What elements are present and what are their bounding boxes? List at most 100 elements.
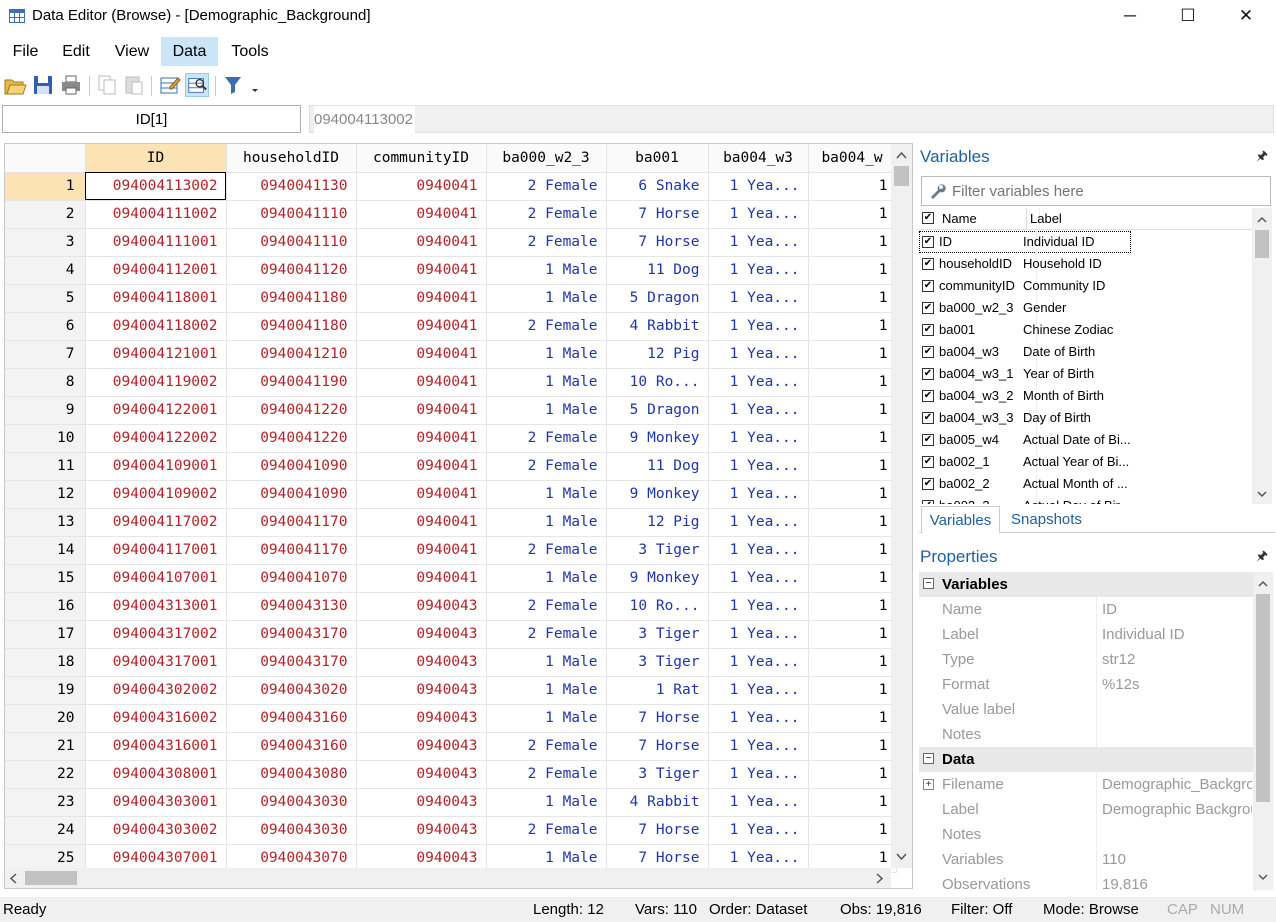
row-number[interactable]: 18	[5, 648, 86, 677]
table-cell[interactable]: 1	[808, 284, 897, 313]
table-cell[interactable]: 9 Monkey	[606, 424, 709, 453]
table-cell[interactable]: 1 Male	[486, 676, 607, 705]
table-cell[interactable]: 1	[808, 816, 897, 845]
variable-list-item[interactable]: ✔ ba004_w3_3 Day of Birth	[919, 407, 1253, 429]
table-cell[interactable]: 6 Snake	[606, 172, 709, 201]
table-cell[interactable]: 5 Dragon	[606, 284, 709, 313]
table-row[interactable]: 7 094004121001 0940041210 0940041 1 Male 12 P…	[5, 340, 897, 369]
row-number[interactable]: 22	[5, 760, 86, 789]
expand-icon[interactable]: +	[923, 779, 934, 790]
table-cell[interactable]: 0940041	[356, 200, 487, 229]
table-cell[interactable]: 0940041	[356, 480, 487, 509]
table-cell[interactable]: 094004107001	[85, 564, 227, 593]
tab-variables[interactable]: Variables	[921, 506, 1000, 533]
table-cell[interactable]: 1 Yea...	[708, 760, 809, 789]
table-cell[interactable]: 12 Pig	[606, 340, 709, 369]
table-cell[interactable]: 094004121001	[85, 340, 227, 369]
table-cell[interactable]: 0940043	[356, 676, 487, 705]
table-cell[interactable]: 1	[808, 228, 897, 257]
row-number[interactable]: 2	[5, 200, 86, 229]
row-number[interactable]: 4	[5, 256, 86, 285]
row-number[interactable]: 15	[5, 564, 86, 593]
table-cell[interactable]: 0940043	[356, 788, 487, 817]
property-row[interactable]: Notes	[919, 722, 1253, 747]
pin-icon[interactable]: 🖈	[1256, 547, 1268, 569]
table-cell[interactable]: 094004118002	[85, 312, 227, 341]
variable-checkbox[interactable]: ✔	[922, 280, 934, 292]
variable-checkbox[interactable]: ✔	[922, 302, 934, 314]
variable-list-item[interactable]: ✔ ba001 Chinese Zodiac	[919, 319, 1253, 341]
collapse-icon[interactable]: −	[923, 753, 934, 764]
row-number[interactable]: 1	[5, 172, 86, 201]
table-row[interactable]: 21 094004316001 0940043160 0940043 2 Female 7…	[5, 732, 897, 761]
variable-list-item[interactable]: ✔ ID Individual ID	[919, 231, 1131, 253]
table-cell[interactable]: 0940043	[356, 704, 487, 733]
variable-checkbox[interactable]: ✔	[922, 324, 934, 336]
table-cell[interactable]: 1 Yea...	[708, 368, 809, 397]
table-row[interactable]: 17 094004317002 0940043170 0940043 2 Female 3…	[5, 620, 897, 649]
table-cell[interactable]: 5 Dragon	[606, 396, 709, 425]
row-number[interactable]: 14	[5, 536, 86, 565]
minimize-button[interactable]: ─	[1101, 0, 1159, 32]
table-cell[interactable]: 9 Monkey	[606, 564, 709, 593]
variable-list-item[interactable]: ✔ communityID Community ID	[919, 275, 1253, 297]
variable-checkbox[interactable]: ✔	[922, 346, 934, 358]
table-cell[interactable]: 094004316001	[85, 732, 227, 761]
table-cell[interactable]: 3 Tiger	[606, 620, 709, 649]
table-cell[interactable]: 0940041	[356, 564, 487, 593]
table-cell[interactable]: 1 Yea...	[708, 172, 809, 201]
table-row[interactable]: 2 094004111002 0940041110 0940041 2 Female 7 …	[5, 200, 897, 229]
open-icon[interactable]	[3, 73, 27, 97]
table-cell[interactable]: 1	[808, 452, 897, 481]
table-cell[interactable]: 094004117001	[85, 536, 227, 565]
table-cell[interactable]: 0940041170	[226, 508, 357, 537]
table-cell[interactable]: 1	[808, 396, 897, 425]
table-cell[interactable]: 0940041120	[226, 256, 357, 285]
table-cell[interactable]: 1	[808, 732, 897, 761]
column-header[interactable]: communityID	[356, 144, 487, 173]
table-cell[interactable]: 0940041110	[226, 200, 357, 229]
table-cell[interactable]: 0940041	[356, 228, 487, 257]
table-cell[interactable]: 1	[808, 592, 897, 621]
table-cell[interactable]: 2 Female	[486, 732, 607, 761]
table-cell[interactable]: 1 Yea...	[708, 508, 809, 537]
table-cell[interactable]: 1 Yea...	[708, 648, 809, 677]
menu-tools[interactable]: Tools	[222, 37, 278, 66]
table-cell[interactable]: 1 Yea...	[708, 480, 809, 509]
properties-scrollbar[interactable]	[1253, 572, 1273, 890]
table-row[interactable]: 1 094004113002 0940041130 0940041 2 Female 6 …	[5, 172, 897, 201]
table-cell[interactable]: 10 Ro...	[606, 368, 709, 397]
paste-icon[interactable]	[122, 73, 146, 97]
row-number[interactable]: 6	[5, 312, 86, 341]
table-cell[interactable]: 1	[808, 648, 897, 677]
table-cell[interactable]: 094004122001	[85, 396, 227, 425]
row-number[interactable]: 20	[5, 704, 86, 733]
table-cell[interactable]: 0940043160	[226, 732, 357, 761]
table-row[interactable]: 19 094004302002 0940043020 0940043 1 Male 1 R…	[5, 676, 897, 705]
variable-list-item[interactable]: ✔ba002_3Actual Day of Bir...	[919, 495, 1253, 504]
column-header[interactable]: householdID	[226, 144, 357, 173]
table-cell[interactable]: 1 Male	[486, 788, 607, 817]
table-cell[interactable]: 1 Yea...	[708, 312, 809, 341]
table-cell[interactable]: 10 Ro...	[606, 592, 709, 621]
property-row[interactable]: Label Demographic Background	[919, 797, 1253, 822]
table-cell[interactable]: 2 Female	[486, 228, 607, 257]
row-number[interactable]: 10	[5, 424, 86, 453]
table-cell[interactable]: 0940041	[356, 256, 487, 285]
row-number[interactable]: 19	[5, 676, 86, 705]
row-number[interactable]: 11	[5, 452, 86, 481]
table-cell[interactable]: 0940041180	[226, 312, 357, 341]
table-cell[interactable]: 1 Yea...	[708, 676, 809, 705]
row-number[interactable]: 12	[5, 480, 86, 509]
table-cell[interactable]: 0940041	[356, 396, 487, 425]
table-cell[interactable]: 1 Male	[486, 564, 607, 593]
collapse-icon[interactable]: −	[923, 578, 934, 589]
table-cell[interactable]: 0940041	[356, 172, 487, 201]
select-all-checkbox[interactable]: ✔	[922, 212, 934, 224]
table-cell[interactable]: 1 Male	[486, 480, 607, 509]
column-header[interactable]: ba000_w2_3	[486, 144, 607, 173]
table-cell[interactable]: 1 Male	[486, 368, 607, 397]
table-cell[interactable]: 094004119002	[85, 368, 227, 397]
table-row[interactable]: 22 094004308001 0940043080 0940043 2 Female 3…	[5, 760, 897, 789]
table-cell[interactable]: 0940043130	[226, 592, 357, 621]
